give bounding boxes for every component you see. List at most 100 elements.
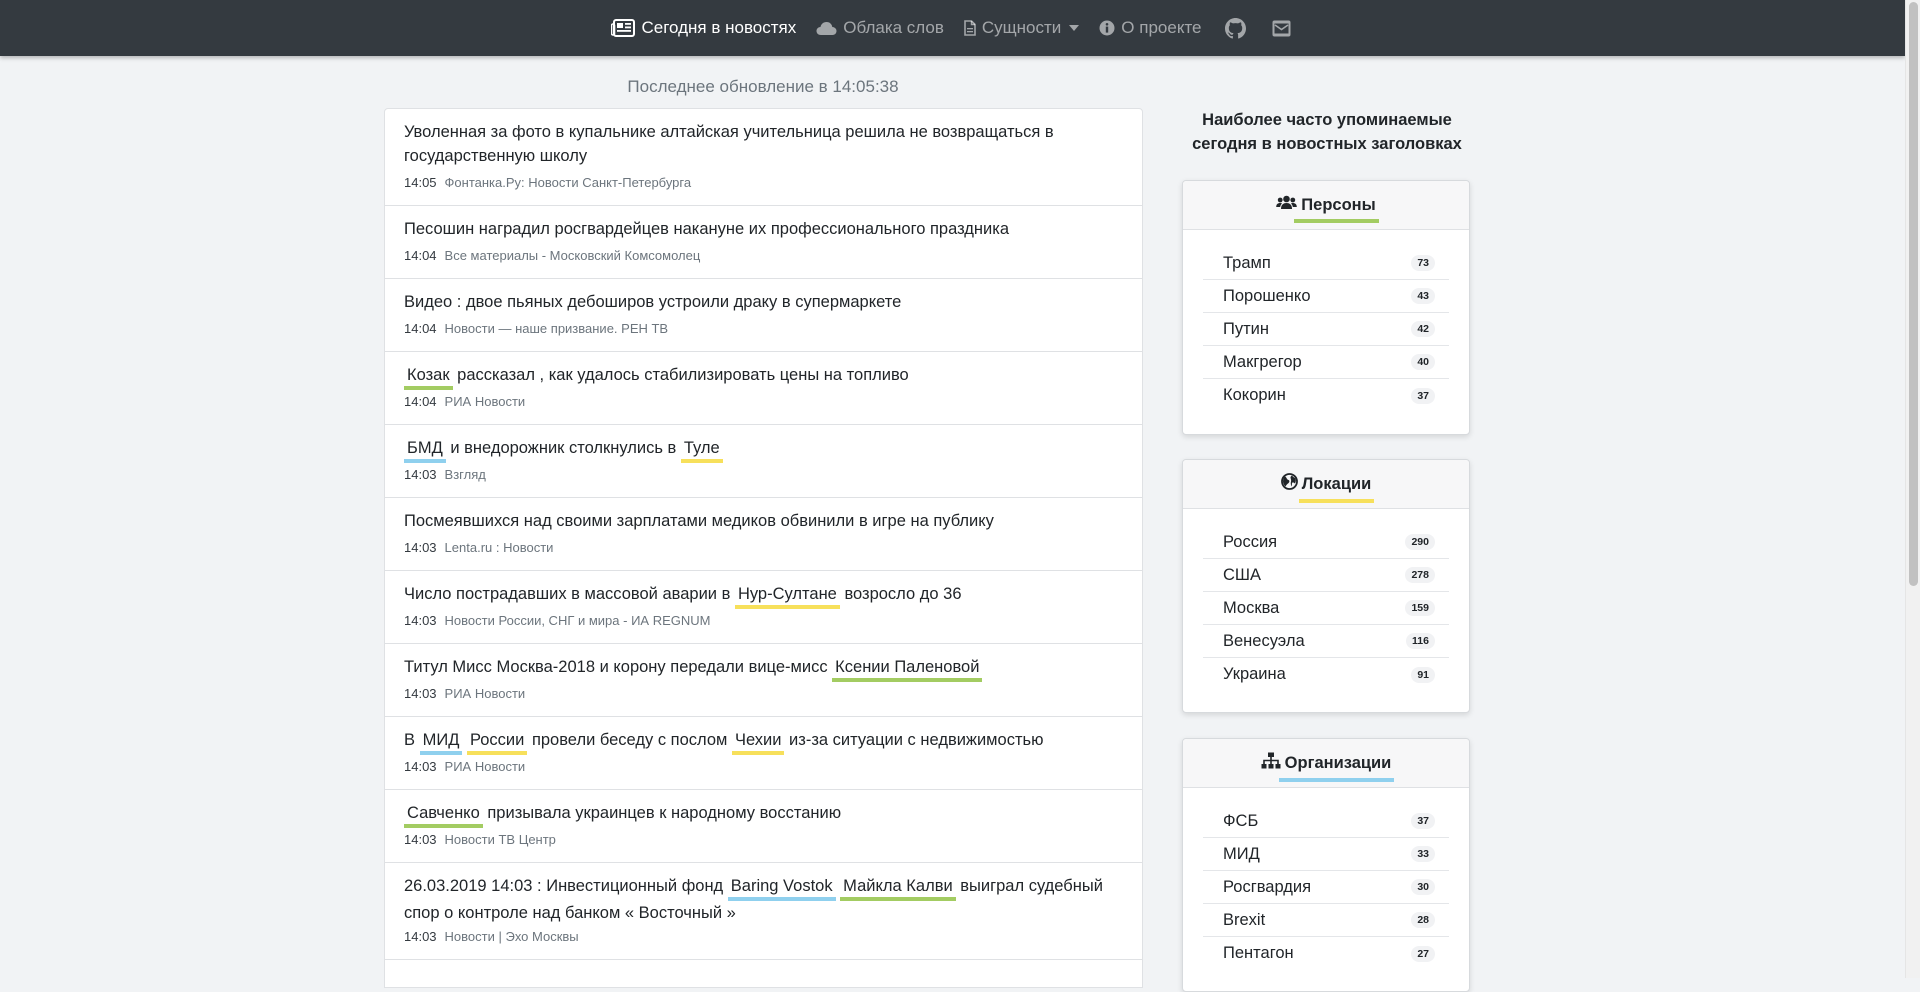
news-item[interactable]: БМД и внедорожник столкнулись в Туле 14:0… (385, 425, 1142, 498)
organizations-item-label: ФСБ (1223, 811, 1259, 830)
persons-list-item[interactable]: Путин 42 (1203, 313, 1449, 346)
news-item[interactable]: Песошин наградил росгвардейцев накануне … (385, 206, 1142, 279)
news-source: Фонтанка.Ру: Новости Санкт-Петербурга (444, 175, 692, 190)
news-title-text: призывала украинцев к народному восстани… (482, 804, 842, 822)
nav-items: Сегодня в новостях Облака слов Сущности … (0, 0, 1905, 56)
news-source: РИА Новости (444, 686, 526, 701)
nav-today-news[interactable]: Сегодня в новостях (601, 0, 806, 56)
news-meta: 14:03 Новости ТВ Центр (404, 832, 556, 847)
locations-card: Локации Россия 290 США 278 Москва 159 Венесуэл… (1182, 459, 1470, 713)
entity-person[interactable]: Козак (404, 364, 453, 390)
organizations-list-item[interactable]: Brexit 28 (1203, 904, 1449, 937)
organizations-list-item[interactable]: ФСБ 37 (1203, 805, 1449, 838)
organizations-item-label: Brexit (1223, 910, 1266, 929)
news-title-text: из-за ситуации с недвижимостью (784, 731, 1044, 749)
persons-list-item[interactable]: Кокорин 37 (1203, 379, 1449, 412)
news-source: Новости — наше призвание. РЕН ТВ (444, 321, 669, 336)
news-title[interactable]: Число пострадавших в массовой аварии в Н… (404, 582, 1124, 609)
nav-entities-dropdown[interactable]: Сущности (954, 0, 1089, 56)
organizations-item-label: Росгвардия (1223, 877, 1312, 896)
news-title-text: Число пострадавших в массовой аварии в (404, 585, 735, 603)
news-title[interactable]: Песошин наградил росгвардейцев накануне … (404, 217, 1124, 241)
locations-card-label: Локации (1301, 474, 1372, 493)
page-scrollbar[interactable] (1905, 0, 1920, 978)
scrollbar-thumb[interactable] (1909, 2, 1918, 586)
file-icon (964, 20, 976, 36)
entity-person[interactable]: Савченко (404, 802, 483, 828)
entity-person[interactable]: Майкла Калви (840, 875, 956, 901)
persons-list-item[interactable]: Порошенко 43 (1203, 280, 1449, 313)
entity-location[interactable]: Туле (680, 437, 723, 463)
persons-card-header: Персоны (1183, 181, 1469, 230)
news-source: Все материалы - Московский Комсомолец (444, 248, 701, 263)
locations-list-item[interactable]: Россия 290 (1203, 526, 1449, 559)
entity-organization[interactable]: Baring Vostok (727, 875, 836, 901)
entity-person[interactable]: Ксении Паленовой (832, 656, 983, 682)
persons-card: Персоны Трамп 73 Порошенко 43 Путин 42 Макгрег… (1182, 180, 1470, 435)
news-meta: 14:03 Новости | Эхо Москвы (404, 929, 579, 944)
news-title[interactable]: БМД и внедорожник столкнулись в Туле (404, 436, 1124, 463)
news-title[interactable]: Видео : двое пьяных дебоширов устроили д… (404, 290, 1124, 314)
nav-github[interactable] (1212, 0, 1259, 56)
locations-list-item[interactable]: США 278 (1203, 559, 1449, 592)
top-navbar: Сегодня в новостях Облака слов Сущности … (0, 0, 1905, 56)
count-badge: 159 (1405, 600, 1435, 616)
news-title[interactable]: 26.03.2019 14:03 : Инвестиционный фонд B… (404, 874, 1124, 925)
news-item[interactable]: Савченко призывала украинцев к народному… (385, 790, 1142, 863)
nav-today-news-label: Сегодня в новостях (641, 18, 797, 37)
organizations-list-item[interactable]: Росгвардия 30 (1203, 871, 1449, 904)
nav-word-clouds[interactable]: Облака слов (806, 0, 954, 56)
organizations-list-item[interactable]: Пентагон 27 (1203, 937, 1449, 970)
news-time: 14:04 (404, 248, 437, 263)
count-badge: 27 (1411, 945, 1435, 962)
news-title-text: Уволенная за фото в купальнике алтайская… (404, 123, 1054, 165)
count-badge: 73 (1411, 255, 1435, 271)
entity-location[interactable]: Чехии (731, 729, 785, 755)
organizations-item-label: МИД (1223, 844, 1260, 863)
news-item[interactable]: Посмеявшихся над своими зарплатами медик… (385, 498, 1142, 571)
news-title[interactable]: Козак рассказал , как удалось стабилизир… (404, 363, 1124, 390)
count-badge: 28 (1411, 912, 1435, 928)
news-item[interactable]: Число пострадавших в массовой аварии в Н… (385, 571, 1142, 644)
news-title-text: Видео : двое пьяных дебоширов устроили д… (404, 293, 902, 311)
organizations-card-title[interactable]: Организации (1261, 752, 1395, 782)
news-time: 14:04 (404, 321, 437, 336)
persons-card-title[interactable]: Персоны (1276, 195, 1379, 223)
organizations-list-item[interactable]: МИД 33 (1203, 838, 1449, 871)
entity-organization[interactable]: БМД (404, 437, 446, 463)
locations-list-item[interactable]: Украина 91 (1203, 658, 1449, 691)
news-title[interactable]: Уволенная за фото в купальнике алтайская… (404, 120, 1124, 168)
persons-list-item[interactable]: Макгрегор 40 (1203, 346, 1449, 379)
news-item[interactable]: Уволенная за фото в купальнике алтайская… (385, 109, 1142, 206)
nav-about[interactable]: О проекте (1089, 0, 1211, 56)
news-title[interactable]: Титул Мисс Москва-2018 и корону передали… (404, 655, 1124, 682)
locations-list-item[interactable]: Венесуэла 116 (1203, 625, 1449, 658)
news-item[interactable]: Козак рассказал , как удалось стабилизир… (385, 352, 1142, 425)
chevron-down-icon (1069, 25, 1080, 31)
persons-list-item[interactable]: Трамп 73 (1203, 247, 1449, 280)
locations-card-title[interactable]: Локации (1280, 473, 1375, 503)
count-badge: 30 (1411, 879, 1435, 895)
news-item[interactable]: Видео : двое пьяных дебоширов устроили д… (385, 279, 1142, 352)
news-title[interactable]: В МИД России провели беседу с послом Чех… (404, 728, 1124, 755)
news-item[interactable]: В МИД России провели беседу с послом Чех… (385, 717, 1142, 790)
news-item[interactable]: 26.03.2019 14:03 : Инвестиционный фонд B… (385, 863, 1142, 960)
entity-location[interactable]: Нур-Султане (734, 583, 840, 609)
news-meta: 14:05 Фонтанка.Ру: Новости Санкт-Петербур… (404, 175, 691, 190)
news-item[interactable]: Титул Мисс Москва-2018 и корону передали… (385, 644, 1142, 717)
news-title[interactable]: Посмеявшихся над своими зарплатами медик… (404, 509, 1124, 533)
organizations-card-label: Организации (1284, 753, 1392, 772)
news-time: 14:04 (404, 394, 437, 409)
entity-organization[interactable]: МИД (419, 729, 463, 755)
sidebar-heading: Наиболее часто упоминаемые сегодня в нов… (1192, 111, 1462, 153)
nav-mail[interactable] (1259, 0, 1304, 56)
news-meta: 14:03 РИА Новости (404, 686, 525, 701)
news-title-text: В (404, 731, 420, 749)
persons-item-label: Кокорин (1223, 386, 1286, 404)
persons-item-label: Трамп (1223, 253, 1271, 272)
entity-location[interactable]: России (466, 729, 528, 755)
news-time: 14:03 (404, 467, 437, 482)
news-title[interactable]: Савченко призывала украинцев к народному… (404, 801, 1124, 828)
news-time: 14:03 (404, 929, 437, 944)
locations-list-item[interactable]: Москва 159 (1203, 592, 1449, 625)
